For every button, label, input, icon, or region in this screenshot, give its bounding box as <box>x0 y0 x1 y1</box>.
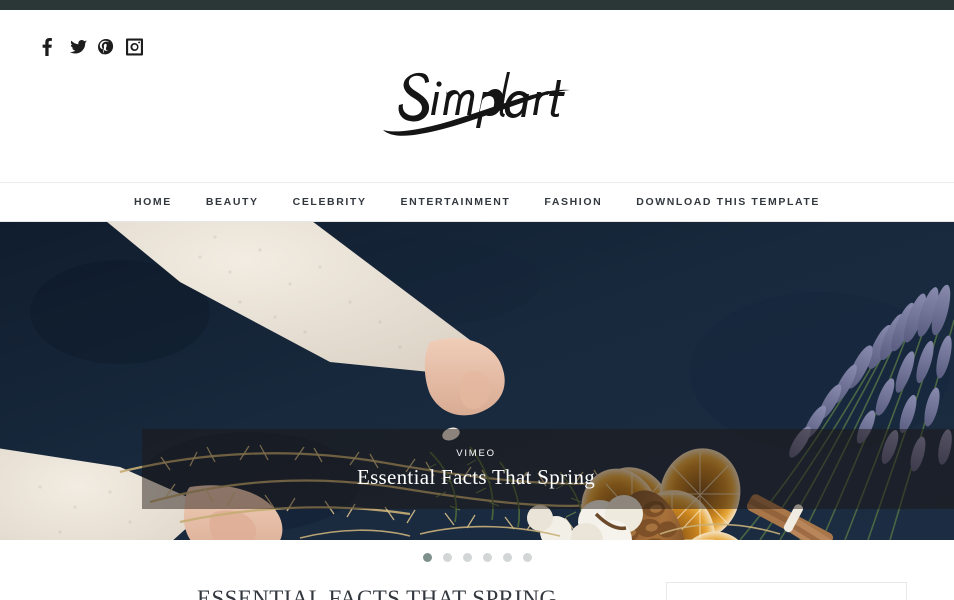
post-list-column: ESSENTIAL FACTS THAT SPRING <box>0 574 666 600</box>
slider-pagination <box>0 540 954 574</box>
slider-dot-3[interactable] <box>462 552 472 562</box>
sidebar: ABOUT ME <box>666 574 954 600</box>
hero-category-label[interactable]: VIMEO <box>456 448 496 459</box>
hero-caption[interactable]: VIMEO Essential Facts That Spring <box>142 429 810 509</box>
slider-dot-4[interactable] <box>482 552 492 562</box>
nav-item-download-this-template[interactable]: DOWNLOAD THIS TEMPLATE <box>619 183 837 221</box>
nav-item-home[interactable]: HOME <box>117 183 189 221</box>
main-navigation: HOME BEAUTY CELEBRITY ENTERTAINMENT FASH… <box>0 183 954 222</box>
post-title[interactable]: ESSENTIAL FACTS THAT SPRING <box>197 586 666 600</box>
hero-slide-title[interactable]: Essential Facts That Spring <box>357 465 595 490</box>
site-header <box>0 10 954 183</box>
nav-item-beauty[interactable]: BEAUTY <box>189 183 276 221</box>
hero-slider[interactable]: VIMEO Essential Facts That Spring <box>0 222 954 540</box>
slider-dot-5[interactable] <box>502 552 512 562</box>
top-accent-bar <box>0 0 954 10</box>
page-body: ESSENTIAL FACTS THAT SPRING ABOUT ME <box>0 574 954 600</box>
nav-item-fashion[interactable]: FASHION <box>527 183 619 221</box>
slider-dot-1[interactable] <box>422 552 432 562</box>
site-logo[interactable] <box>0 54 954 140</box>
slider-dot-2[interactable] <box>442 552 452 562</box>
nav-item-celebrity[interactable]: CELEBRITY <box>276 183 384 221</box>
slider-dot-6[interactable] <box>522 552 532 562</box>
nav-item-entertainment[interactable]: ENTERTAINMENT <box>384 183 528 221</box>
about-me-widget: ABOUT ME <box>666 582 907 600</box>
